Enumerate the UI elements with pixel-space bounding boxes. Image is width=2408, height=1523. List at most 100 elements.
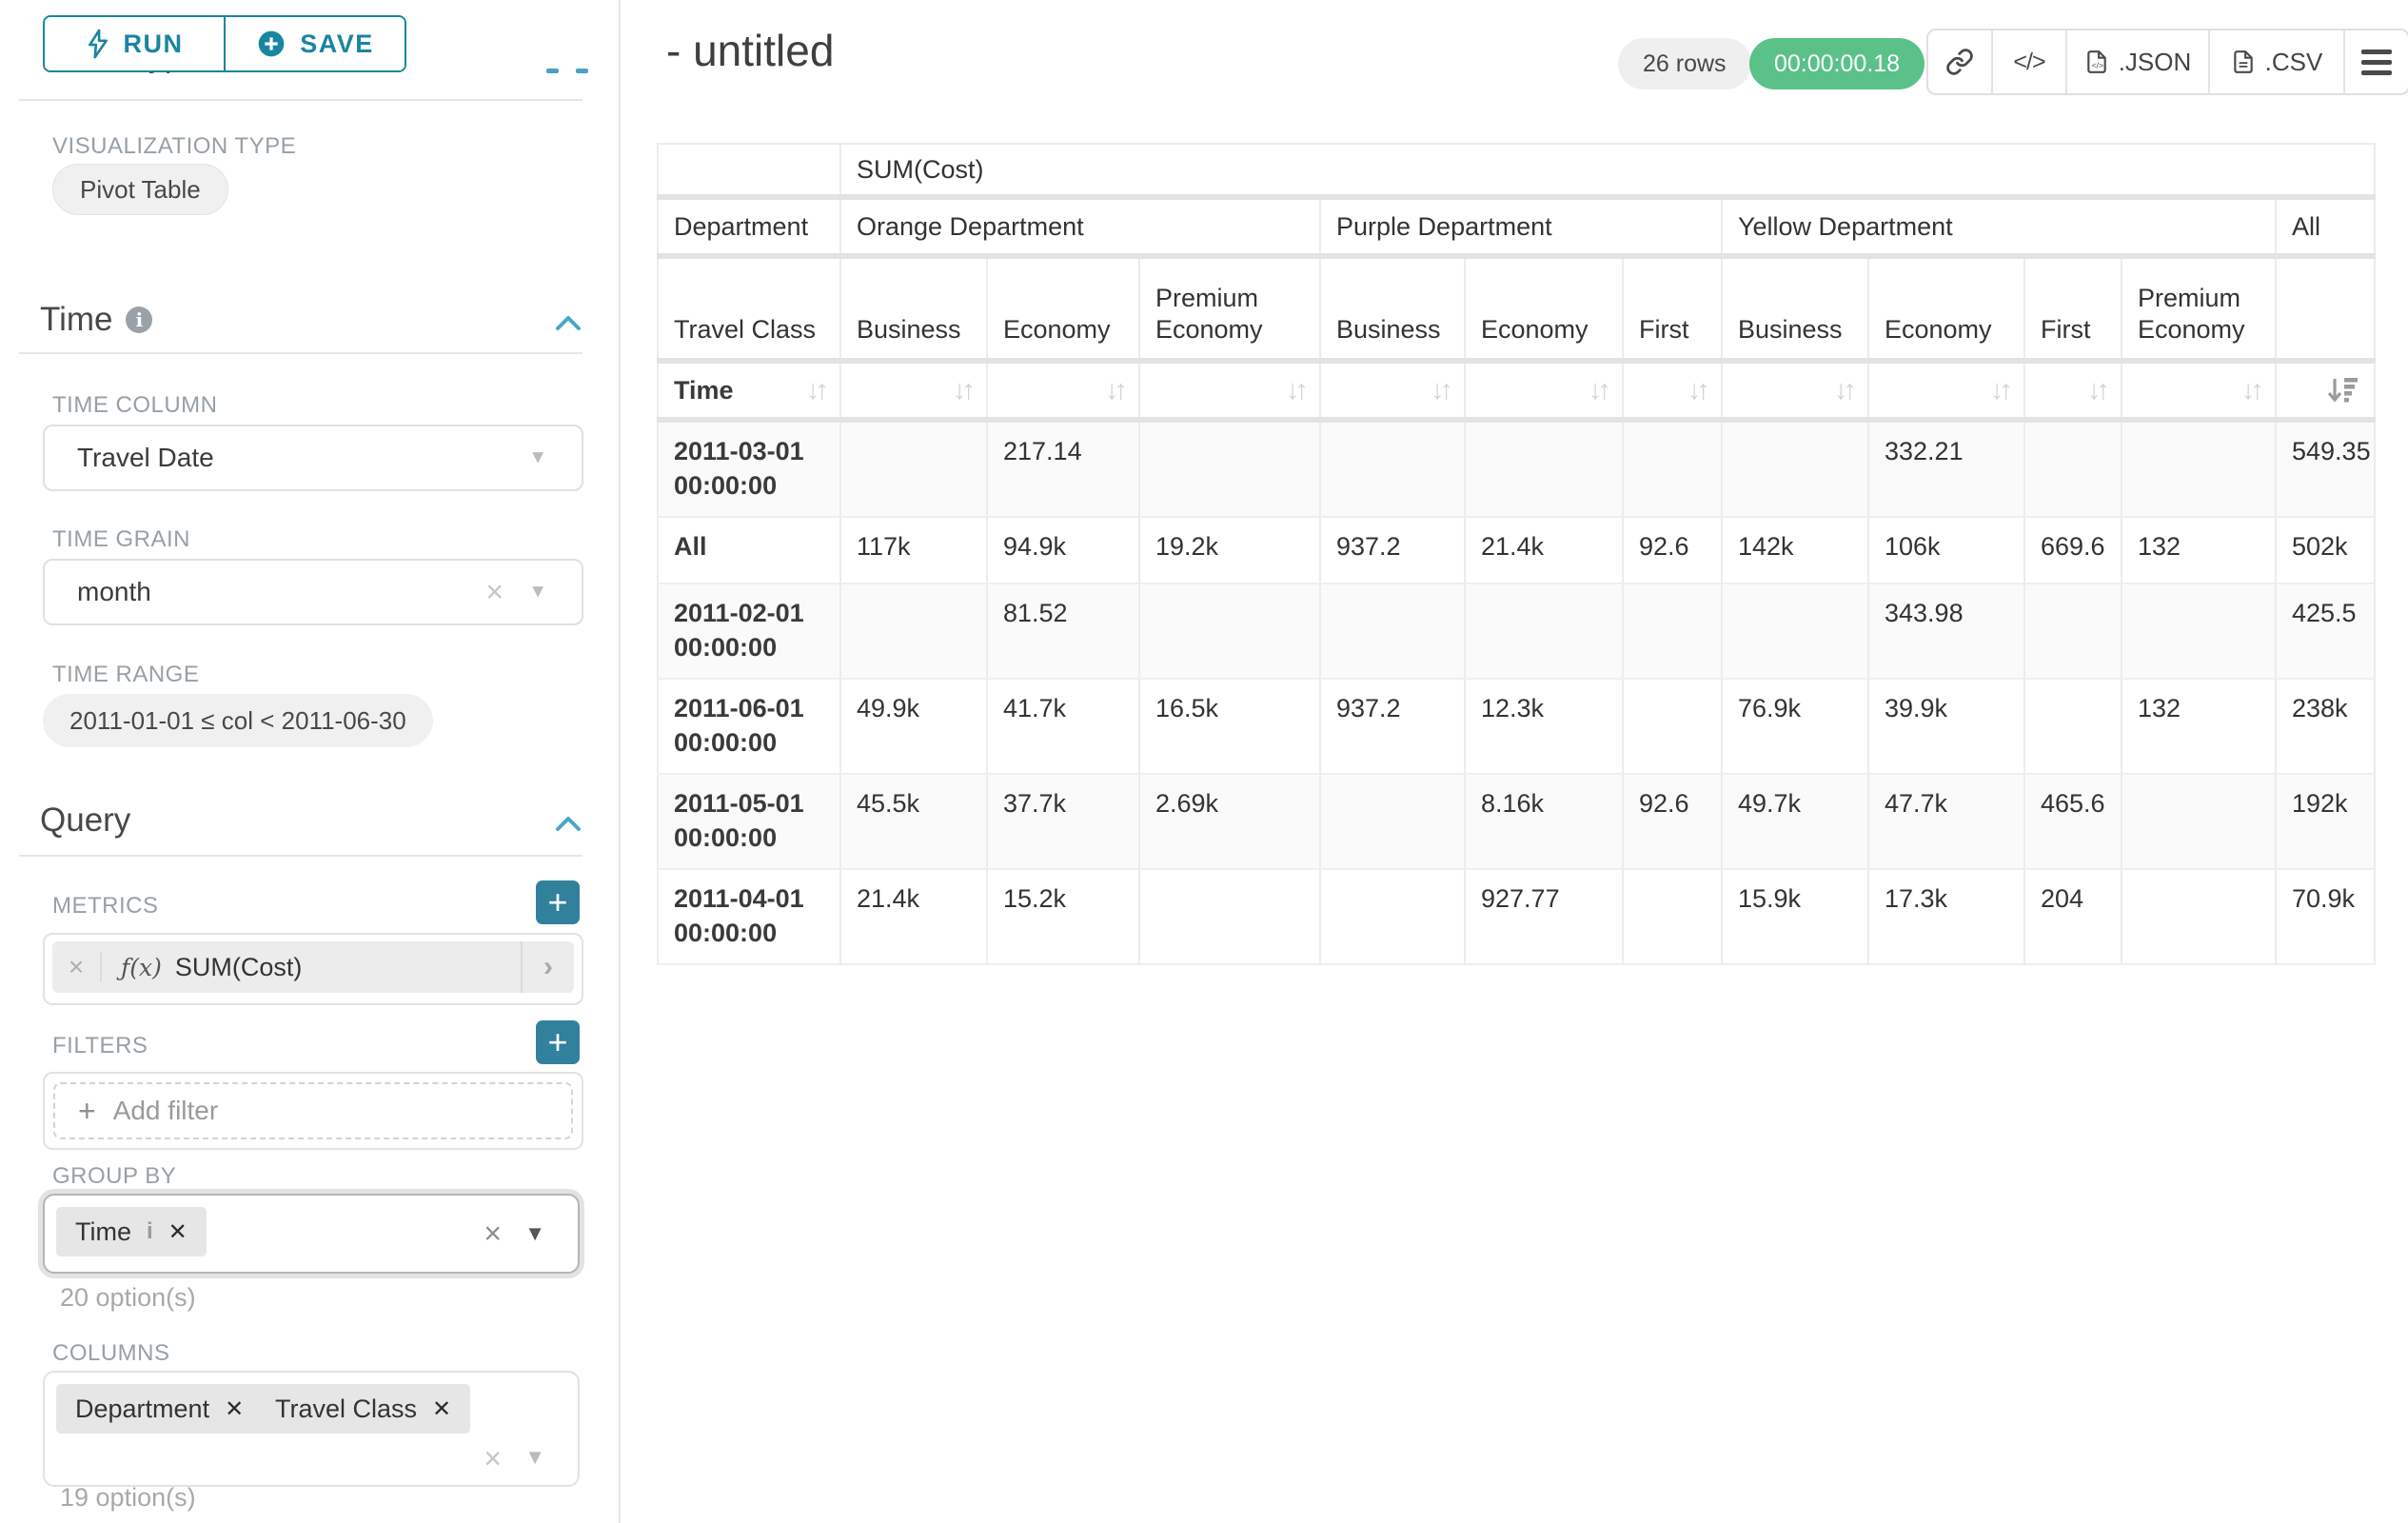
value-cell: 937.2: [1320, 517, 1465, 583]
view-query-button[interactable]: </>: [1991, 30, 2065, 93]
value-cell: 12.3k: [1465, 679, 1623, 774]
add-filter-button[interactable]: + Add filter: [53, 1082, 573, 1139]
menu-icon: [2361, 49, 2392, 75]
sort-icon[interactable]: ↓↑: [1834, 375, 1852, 406]
column-sort-header[interactable]: ↓↑: [2122, 361, 2276, 420]
department-dim-label: Department: [658, 197, 840, 256]
clipped-icon: [546, 69, 559, 73]
value-cell: [1722, 420, 1868, 517]
value-cell: 217.14: [987, 420, 1139, 517]
table-row: All 117k 94.9k 19.2k 937.2 21.4k 92.6 14…: [658, 517, 2375, 583]
chip-remove-icon[interactable]: ✕: [225, 1395, 244, 1423]
clear-icon[interactable]: ×: [484, 1441, 502, 1476]
value-cell: 17.3k: [1868, 869, 2024, 964]
column-header: Premium Economy: [2122, 256, 2276, 361]
value-cell: 39.9k: [1868, 679, 2024, 774]
time-grain-select[interactable]: month × ▼: [43, 559, 583, 625]
remove-metric-icon[interactable]: ×: [52, 952, 102, 982]
add-filter-plus-button[interactable]: +: [536, 1020, 580, 1064]
sort-icon[interactable]: ↓↑: [1431, 375, 1449, 406]
value-cell: 937.2: [1320, 679, 1465, 774]
columns-select[interactable]: Department ✕ Travel Class ✕ × ▼: [43, 1371, 580, 1487]
svg-text:</>: </>: [2091, 61, 2103, 70]
column-sort-header-active[interactable]: [2276, 361, 2375, 420]
file-text-icon: [2231, 48, 2256, 76]
section-divider: [19, 352, 582, 354]
sort-icon[interactable]: ↓↑: [2087, 375, 2105, 406]
chip-remove-icon[interactable]: ✕: [432, 1395, 451, 1423]
value-cell: [2024, 420, 2122, 517]
time-column-select[interactable]: Travel Date ▼: [43, 425, 583, 491]
viz-type-pill[interactable]: Pivot Table: [52, 164, 228, 215]
sort-icon[interactable]: ↓↑: [2241, 375, 2260, 406]
column-sort-header[interactable]: ↓↑: [1320, 361, 1465, 420]
sort-icon[interactable]: ↓↑: [1286, 375, 1304, 406]
value-cell: 425.5: [2276, 583, 2375, 679]
query-section-header: Query: [40, 801, 130, 840]
group-by-select[interactable]: Time i ✕ × ▼: [43, 1194, 580, 1274]
time-sort-header[interactable]: Time ↓↑: [658, 361, 840, 420]
collapse-chevron-icon[interactable]: [554, 314, 582, 333]
run-button-label: RUN: [124, 30, 184, 59]
caret-down-icon[interactable]: ▼: [524, 1221, 545, 1246]
value-cell: 19.2k: [1139, 517, 1320, 583]
value-cell: 8.16k: [1465, 774, 1623, 869]
sort-icon[interactable]: ↓↑: [1990, 375, 2008, 406]
column-sort-header[interactable]: ↓↑: [1868, 361, 2024, 420]
group-by-chip[interactable]: Time i ✕: [56, 1207, 207, 1256]
export-json-button[interactable]: </> .JSON: [2065, 30, 2208, 93]
explore-screen: Chart Type RUN SAVE: [0, 0, 2408, 1523]
value-cell: 15.2k: [987, 869, 1139, 964]
value-cell: [1623, 679, 1722, 774]
value-cell: 15.9k: [1722, 869, 1868, 964]
column-header: Economy: [1465, 256, 1623, 361]
sort-icon[interactable]: ↓↑: [953, 375, 971, 406]
save-button[interactable]: SAVE: [224, 17, 405, 70]
clear-icon[interactable]: ×: [485, 575, 503, 610]
sort-icon[interactable]: ↓↑: [1688, 375, 1706, 406]
value-cell: 927.77: [1465, 869, 1623, 964]
column-sort-header[interactable]: ↓↑: [840, 361, 987, 420]
plus-icon: +: [547, 1022, 567, 1062]
expand-metric-icon[interactable]: ›: [521, 941, 574, 993]
chart-title[interactable]: - untitled: [666, 25, 834, 76]
column-sort-header[interactable]: ↓↑: [1722, 361, 1868, 420]
value-cell: [1320, 869, 1465, 964]
export-csv-button[interactable]: .CSV: [2208, 30, 2343, 93]
value-cell: [1623, 869, 1722, 964]
table-row: 2011-06-01 00:00:00 49.9k 41.7k 16.5k 93…: [658, 679, 2375, 774]
row-label: All: [658, 517, 840, 583]
columns-chip[interactable]: Travel Class ✕: [256, 1384, 470, 1434]
add-metric-button[interactable]: +: [536, 880, 580, 924]
more-options-button[interactable]: [2343, 30, 2408, 93]
metric-chip[interactable]: × ƒ(x) SUM(Cost) ›: [52, 941, 574, 993]
time-range-pill[interactable]: 2011-01-01 ≤ col < 2011-06-30: [43, 694, 433, 747]
column-header: Premium Economy: [1139, 256, 1320, 361]
value-cell: 117k: [840, 517, 987, 583]
value-cell: [1139, 583, 1320, 679]
run-button[interactable]: RUN: [45, 17, 224, 70]
clipped-icon: [576, 69, 588, 73]
group-by-chip-label: Time: [75, 1217, 131, 1247]
column-sort-header[interactable]: ↓↑: [1139, 361, 1320, 420]
clear-icon[interactable]: ×: [484, 1216, 502, 1252]
sort-icon[interactable]: ↓↑: [1105, 375, 1123, 406]
chip-remove-icon[interactable]: ✕: [168, 1218, 188, 1246]
caret-down-icon[interactable]: ▼: [524, 1445, 545, 1470]
group-by-options-hint: 20 option(s): [60, 1283, 196, 1313]
sort-icon[interactable]: ↓↑: [806, 375, 824, 406]
value-cell: 81.52: [987, 583, 1139, 679]
column-sort-header[interactable]: ↓↑: [1465, 361, 1623, 420]
collapse-chevron-icon[interactable]: [554, 815, 582, 834]
column-sort-header[interactable]: ↓↑: [987, 361, 1139, 420]
sort-descending-icon[interactable]: [2326, 376, 2359, 405]
row-count-badge: 26 rows: [1618, 38, 1751, 89]
column-sort-header[interactable]: ↓↑: [1623, 361, 1722, 420]
sort-icon[interactable]: ↓↑: [1589, 375, 1607, 406]
metrics-control: × ƒ(x) SUM(Cost) ›: [43, 933, 583, 1005]
export-toolbar: </> </> .JSON .CSV: [1926, 29, 2408, 95]
value-cell: [1623, 420, 1722, 517]
columns-chip[interactable]: Department ✕: [56, 1384, 263, 1434]
column-sort-header[interactable]: ↓↑: [2024, 361, 2122, 420]
share-link-button[interactable]: [1928, 30, 1991, 93]
